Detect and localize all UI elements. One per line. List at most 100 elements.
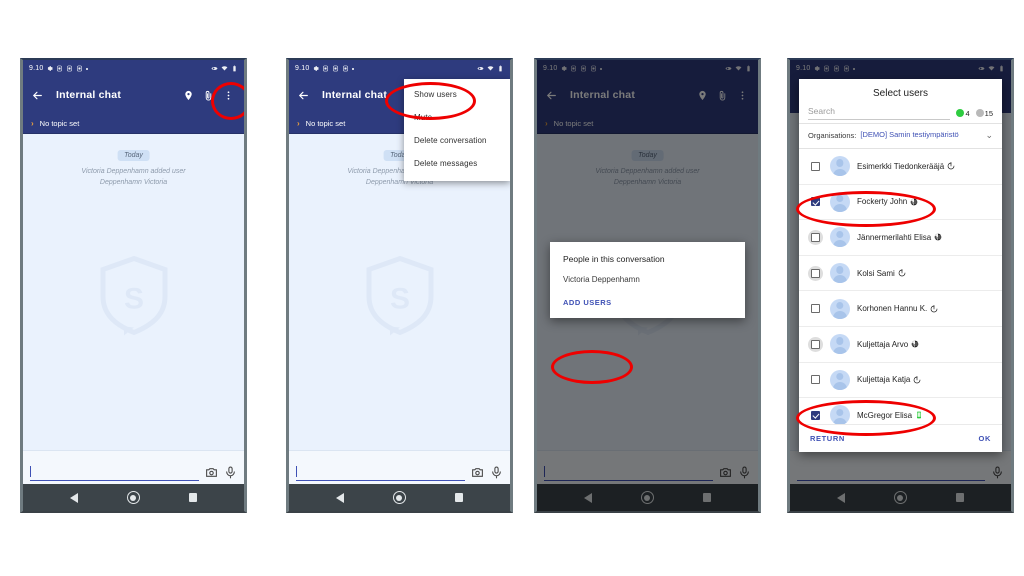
menu-item-delete-messages[interactable]: Delete messages [404,152,510,175]
microphone-icon[interactable] [490,466,503,479]
menu-item-delete-conversation[interactable]: Delete conversation [404,129,510,152]
user-checkbox-wrapper[interactable] [808,194,823,209]
nav-recents-icon[interactable] [455,493,464,502]
status-bar-time: 9.10 [29,65,44,72]
user-checkbox[interactable] [811,161,820,171]
nav-home-icon[interactable] [392,491,406,504]
message-composer [289,450,510,484]
user-checkbox[interactable] [811,304,820,314]
user-checkbox-wrapper[interactable] [808,159,823,174]
nav-recents-icon[interactable] [189,493,198,502]
globe-icon [934,234,942,241]
user-checkbox[interactable] [811,232,820,242]
notification-icon [77,65,83,72]
add-users-button[interactable]: ADD USERS [563,298,732,307]
user-checkbox-wrapper[interactable] [808,229,823,245]
user-checkbox[interactable] [811,375,820,385]
online-status-dot [956,109,965,117]
user-list-item[interactable]: Esimerkki Tiedonkerääjä [799,149,1002,185]
avatar [830,191,850,212]
avatar [830,334,850,355]
user-list-item[interactable]: Korhonen Hannu K. [799,291,1002,327]
user-checkbox-wrapper[interactable] [808,408,823,423]
user-list-item[interactable]: Jännermerilahti Elisa [799,220,1002,256]
dot-icon [352,67,355,70]
date-chip: Today [117,150,150,161]
page-title: Internal chat [322,89,388,101]
people-dialog: People in this conversation Victoria Dep… [550,242,745,318]
page-title: Internal chat [56,89,122,101]
camera-icon[interactable] [471,466,484,479]
chevron-right-icon: › [297,118,300,128]
return-button[interactable]: RETURN [810,434,845,443]
nav-home-icon[interactable] [126,491,140,504]
user-list-item[interactable]: Fockerty John [799,185,1002,221]
phone-4-select-users-screen: 9.10 Internal chat [787,58,1014,513]
menu-item-mute[interactable]: Mute [404,106,510,129]
user-list-item[interactable]: Kuljettaja Katja [799,363,1002,399]
menu-item-show-users[interactable]: Show users [404,83,510,106]
user-list-item[interactable]: Kuljettaja Arvo [799,327,1002,363]
eye-icon [211,67,218,70]
user-name: Korhonen Hannu K. [857,304,928,314]
status-bar: 9.10 [289,60,510,77]
location-pin-icon[interactable] [180,87,196,103]
app-logo-watermark: S [98,254,170,343]
user-name-row: McGregor Elisa [857,411,923,420]
nav-back-icon[interactable] [69,492,78,503]
app-bar: Internal chat [23,77,244,113]
chevron-down-icon[interactable]: ⌄ [985,130,993,141]
user-name-row: Fockerty John [857,197,918,206]
overflow-menu: Show users Mute Delete conversation Dele… [404,79,510,181]
camera-icon[interactable] [205,466,218,479]
user-name-row: Kolsi Sami [857,269,906,278]
back-arrow-icon[interactable] [31,89,44,102]
user-list-item[interactable]: McGregor Elisa [799,398,1002,424]
search-input[interactable]: Search [808,106,951,120]
select-users-search-row: Search 4 15 [799,106,1002,123]
paperclip-icon[interactable] [200,87,216,103]
nav-back-icon[interactable] [335,492,344,503]
user-checkbox-wrapper[interactable] [808,372,823,387]
message-input[interactable] [30,464,199,481]
gear-icon [48,66,54,71]
status-bar-right [211,65,238,72]
user-list-item[interactable]: Kolsi Sami [799,256,1002,292]
offline-status-dot [975,109,984,117]
user-name: McGregor Elisa [857,410,913,420]
clock-icon [930,304,938,312]
status-bar-left: 9.10 [29,65,89,72]
notification-icon [343,65,349,72]
battery-icon [233,65,236,72]
user-checkbox[interactable] [811,339,820,349]
topic-bar[interactable]: › No topic set [23,113,244,134]
message-input[interactable] [296,464,465,481]
wifi-icon [221,66,228,71]
user-checkbox-wrapper[interactable] [808,336,823,352]
organisations-value: [DEMO] Samin testiympäristö [860,130,959,140]
android-nav-bar [289,484,510,511]
clock-icon [914,376,921,384]
ok-button[interactable]: OK [979,434,991,443]
more-vert-icon[interactable] [220,87,236,103]
user-checkbox-wrapper[interactable] [808,265,823,281]
user-name-row: Kuljettaja Katja [857,375,921,384]
status-bar-time: 9.10 [295,65,310,72]
organisations-selector[interactable]: Organisations: [DEMO] Samin testiympäris… [799,123,1002,149]
avatar [830,227,850,248]
user-checkbox[interactable] [811,197,820,207]
select-users-title: Select users [872,88,929,99]
user-checkbox[interactable] [811,410,820,420]
phone-2-overflow-menu-screen: 9.10 Internal chat › No topic set Today … [286,58,513,513]
user-name-row: Kuljettaja Arvo [857,340,919,349]
microphone-icon[interactable] [224,466,237,479]
user-checkbox[interactable] [811,268,820,278]
avatar [830,369,850,390]
clock-icon [898,269,906,277]
user-name-row: Esimerkki Tiedonkerääjä [857,162,955,171]
user-list: Esimerkki Tiedonkerääjä Fockerty John Jänn… [799,149,1002,424]
user-checkbox-wrapper[interactable] [808,301,823,316]
offline-count-value: 15 [984,108,993,118]
back-arrow-icon[interactable] [297,89,310,102]
globe-icon [911,340,919,348]
